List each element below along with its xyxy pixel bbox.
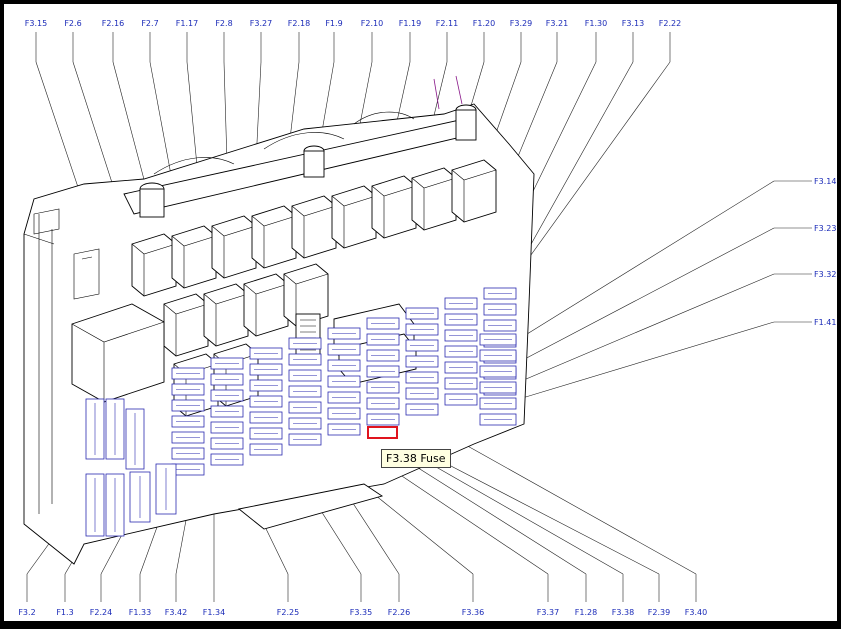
fuse-label-right[interactable]: F3.14 xyxy=(814,177,836,186)
fuse-label-right[interactable]: F1.41 xyxy=(814,318,836,327)
fuse-label-top[interactable]: F3.29 xyxy=(510,19,532,28)
fuse-label-bottom[interactable]: F1.28 xyxy=(575,608,597,617)
fuse-label-top[interactable]: F3.15 xyxy=(25,19,47,28)
fuse-label-top[interactable]: F3.27 xyxy=(250,19,272,28)
relay xyxy=(211,215,257,279)
relay xyxy=(411,167,457,231)
leader-line xyxy=(463,443,697,575)
fuse-label-bottom[interactable]: F3.37 xyxy=(537,608,559,617)
fuse-label-bottom[interactable]: F3.38 xyxy=(612,608,634,617)
fuse-label-top[interactable]: F2.6 xyxy=(64,19,81,28)
leader-line xyxy=(383,463,549,575)
fuse-box-diagram-frame: F3.15 F2.6 F2.16 F2.7 F1.17 F2.8 F3.27 F2.18 F1.… xyxy=(4,4,837,621)
fuse-label-bottom[interactable]: F2.26 xyxy=(388,608,410,617)
fuse-label-bottom[interactable]: F3.35 xyxy=(350,608,372,617)
relay xyxy=(243,273,289,337)
leader-line xyxy=(423,451,660,575)
fuse-label-bottom[interactable]: F1.3 xyxy=(56,608,73,617)
fuse-label-right[interactable]: F3.23 xyxy=(814,224,836,233)
fuse-label-top[interactable]: F2.22 xyxy=(659,19,681,28)
fuse-label-top[interactable]: F2.11 xyxy=(436,19,458,28)
fuse-label-bottom[interactable]: F1.33 xyxy=(129,608,151,617)
fuse-label-top[interactable]: F1.30 xyxy=(585,19,607,28)
fuse-label-bottom[interactable]: F3.2 xyxy=(18,608,35,617)
fuse-label-right[interactable]: F3.32 xyxy=(814,270,836,279)
fuse-label-top[interactable]: F2.8 xyxy=(215,19,232,28)
leader-line xyxy=(518,180,775,340)
leader-line xyxy=(518,227,775,363)
relay xyxy=(171,225,217,289)
relay xyxy=(331,185,377,249)
fuse-label-bottom[interactable]: F2.39 xyxy=(648,608,670,617)
fuse-label-top[interactable]: F1.20 xyxy=(473,19,495,28)
fuse-label-bottom[interactable]: F2.24 xyxy=(90,608,112,617)
fuse-label-top[interactable]: F2.16 xyxy=(102,19,124,28)
leader-line xyxy=(403,458,587,575)
fuse-label-top[interactable]: F2.18 xyxy=(288,19,310,28)
fuse-label-top[interactable]: F2.7 xyxy=(141,19,158,28)
fuse-label-bottom[interactable]: F3.36 xyxy=(462,608,484,617)
fuse-label-top[interactable]: F1.17 xyxy=(176,19,198,28)
fuse-label-top[interactable]: F3.21 xyxy=(546,19,568,28)
leader-line xyxy=(518,273,775,383)
leader-line xyxy=(518,321,775,400)
fuse-label-top[interactable]: F2.10 xyxy=(361,19,383,28)
fuse-label-top[interactable]: F3.13 xyxy=(622,19,644,28)
fuse-label-bottom[interactable]: F3.40 xyxy=(685,608,707,617)
fuse-tooltip: F3.38 Fuse xyxy=(381,449,451,468)
relay xyxy=(131,233,177,297)
fuse-label-bottom[interactable]: F1.34 xyxy=(203,608,225,617)
relay xyxy=(291,195,337,259)
fuse-label-bottom[interactable]: F3.42 xyxy=(165,608,187,617)
fuse-box-diagram: F3.15 F2.6 F2.16 F2.7 F1.17 F2.8 F3.27 F2.18 F1.… xyxy=(18,19,836,617)
relay xyxy=(163,293,209,357)
relay xyxy=(251,205,297,269)
relay xyxy=(203,283,249,347)
fuse-label-top[interactable]: F1.19 xyxy=(399,19,421,28)
relay xyxy=(371,175,417,239)
fuse-label-top[interactable]: F1.9 xyxy=(325,19,342,28)
fuse-label-bottom[interactable]: F2.25 xyxy=(277,608,299,617)
relay xyxy=(451,159,497,223)
